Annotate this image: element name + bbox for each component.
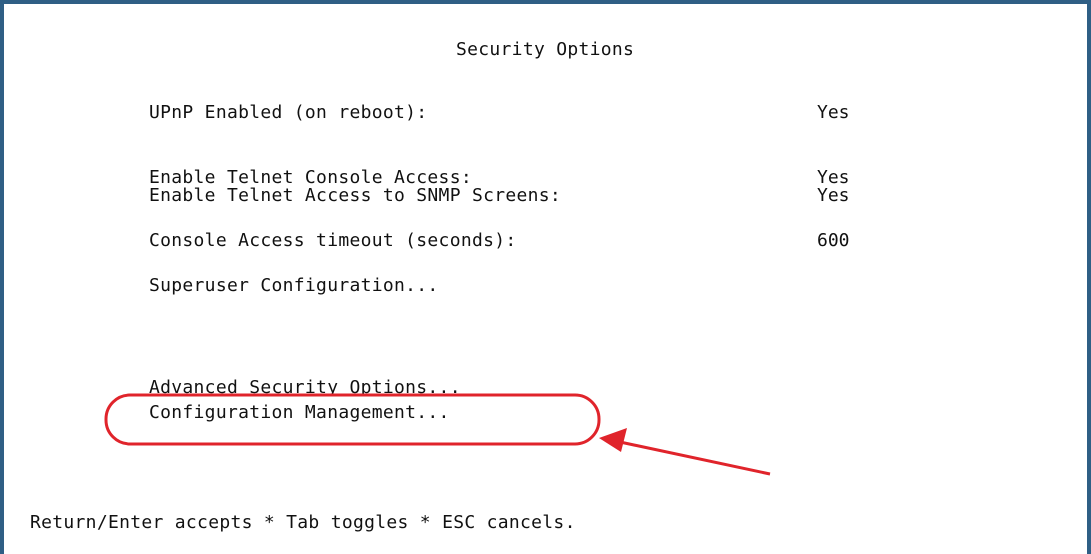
annotation-arrow-head xyxy=(599,428,627,452)
highlight-box xyxy=(104,393,601,446)
annotation-arrow-line xyxy=(619,440,771,476)
annotation-overlay xyxy=(104,393,771,476)
